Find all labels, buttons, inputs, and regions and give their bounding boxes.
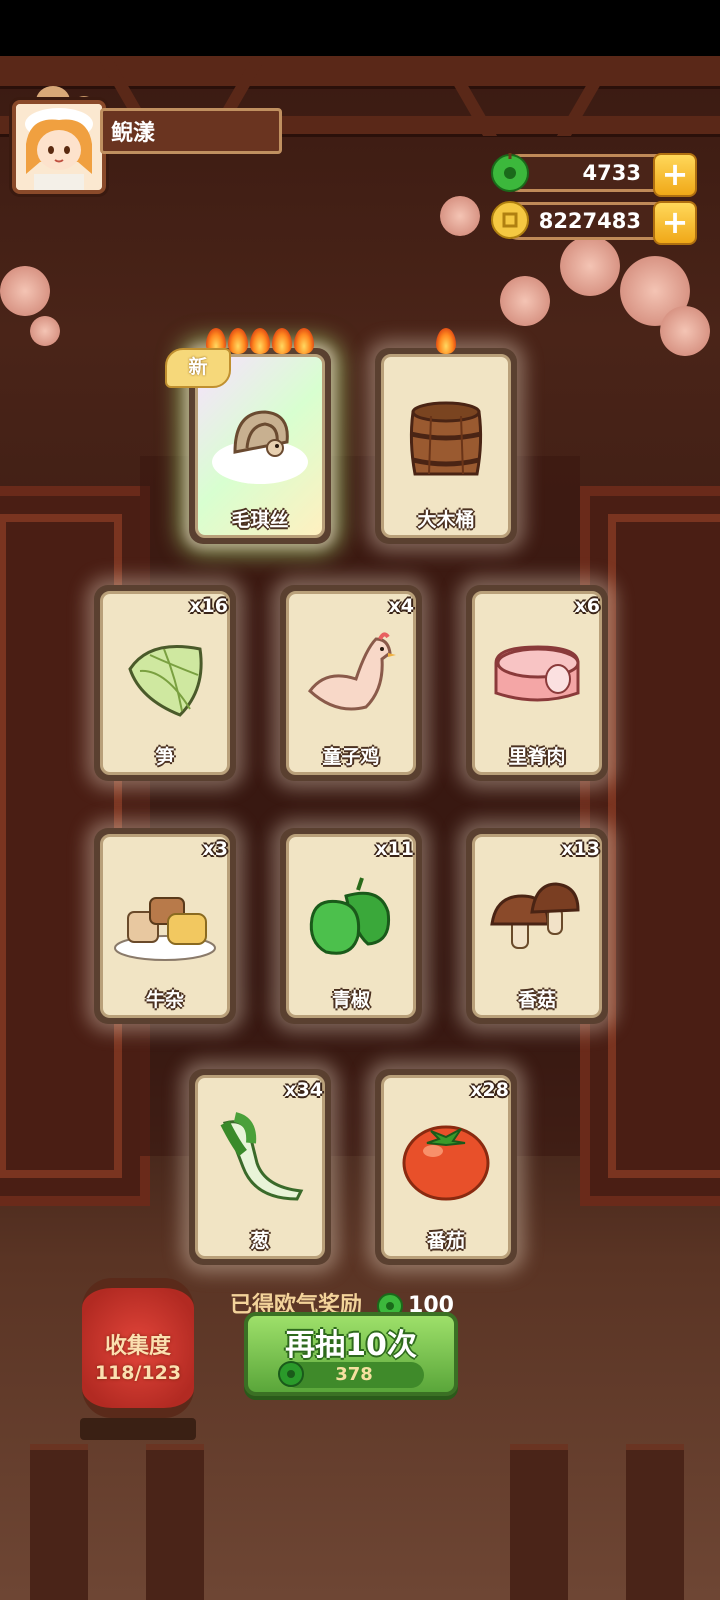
draw-again-button[interactable]: 再抽10次 378	[244, 1312, 458, 1396]
fence-post	[510, 1444, 568, 1600]
flame-icon	[294, 328, 314, 354]
draw-again-label: 再抽10次	[285, 1328, 417, 1363]
card-cong[interactable]: x34 葱	[189, 1069, 331, 1265]
card-count: x4	[388, 595, 414, 617]
coin-currency-bar: 8227483 +	[491, 201, 697, 245]
flame-icon	[250, 328, 270, 354]
add-coin-button[interactable]: +	[653, 201, 697, 245]
card-tongziji[interactable]: x4 童子鸡	[280, 585, 422, 781]
card-label: 葱	[250, 1230, 270, 1252]
blossom	[0, 266, 50, 316]
flame-icon	[228, 328, 248, 354]
chicken-art	[308, 632, 396, 711]
card-count: x11	[375, 838, 414, 860]
add-jade-button[interactable]: +	[653, 153, 697, 197]
blossom	[440, 196, 480, 236]
fence-post	[30, 1444, 88, 1600]
collection-progress: 118/123	[94, 1362, 182, 1384]
card-count: x3	[202, 838, 228, 860]
card-count: x28	[470, 1079, 509, 1101]
bamboo-shoot-art	[128, 645, 203, 717]
green-jade-icon	[278, 1361, 304, 1387]
scallion-art	[220, 1112, 304, 1201]
blossom	[660, 306, 710, 356]
tenderloin-meat-art	[494, 645, 580, 702]
player-name: 鲵漾	[100, 108, 282, 154]
jade-amount: 4733	[582, 161, 641, 185]
collection-lantern[interactable]: 收集度 118/123	[82, 1278, 194, 1418]
card-label: 毛琪丝	[231, 509, 289, 531]
card-qingjiao[interactable]: x11 青椒	[280, 828, 422, 1024]
lantern-stand	[80, 1418, 196, 1440]
beef-offal-art	[114, 897, 216, 961]
mushroom-art	[490, 882, 580, 949]
card-lijirou[interactable]: x6 里脊肉	[466, 585, 608, 781]
card-label: 香菇	[517, 989, 556, 1011]
coin-amount: 8227483	[538, 209, 641, 233]
blossom	[560, 236, 620, 296]
blossom	[500, 276, 550, 326]
blossom	[30, 316, 60, 346]
card-count: x16	[189, 595, 228, 617]
card-label: 番茄	[426, 1230, 465, 1252]
tomato-art	[402, 1125, 490, 1201]
back-wall	[140, 456, 580, 1156]
card-niuza[interactable]: x3 牛杂	[94, 828, 236, 1024]
card-count: x13	[561, 838, 600, 860]
card-damutong[interactable]: 大木桶	[375, 328, 517, 544]
player-avatar[interactable]	[12, 100, 106, 194]
card-count: x6	[574, 595, 600, 617]
card-label: 青椒	[331, 989, 370, 1011]
fence-post	[146, 1444, 204, 1600]
draw-cost-value: 378	[335, 1364, 373, 1385]
card-maoqisi[interactable]: 新 毛琪丝	[165, 328, 331, 544]
green-jade-icon	[491, 153, 529, 192]
draw-cost: 378	[278, 1361, 424, 1388]
wooden-barrel-art	[409, 401, 483, 476]
flame-icon	[272, 328, 292, 354]
gold-coin-icon	[491, 201, 529, 239]
rarity-flames	[375, 328, 517, 358]
green-pepper-art	[309, 877, 391, 955]
jade-currency-bar: 4733 +	[491, 153, 697, 197]
collection-title: 收集度	[104, 1334, 171, 1359]
card-label: 牛杂	[145, 989, 184, 1011]
card-label: 笋	[155, 746, 175, 768]
card-xianggu[interactable]: x13 香菇	[466, 828, 608, 1024]
card-label: 大木桶	[417, 509, 475, 531]
card-label: 里脊肉	[508, 746, 566, 768]
card-label: 童子鸡	[322, 746, 380, 768]
avatar-portrait-icon	[16, 104, 102, 190]
hermit-crab-creature-art	[212, 410, 308, 484]
card-sun[interactable]: x16 笋	[94, 585, 236, 781]
fence-post	[626, 1444, 684, 1600]
card-fanqie[interactable]: x28 番茄	[375, 1069, 517, 1265]
flame-icon	[436, 328, 456, 354]
card-count: x34	[284, 1079, 323, 1101]
